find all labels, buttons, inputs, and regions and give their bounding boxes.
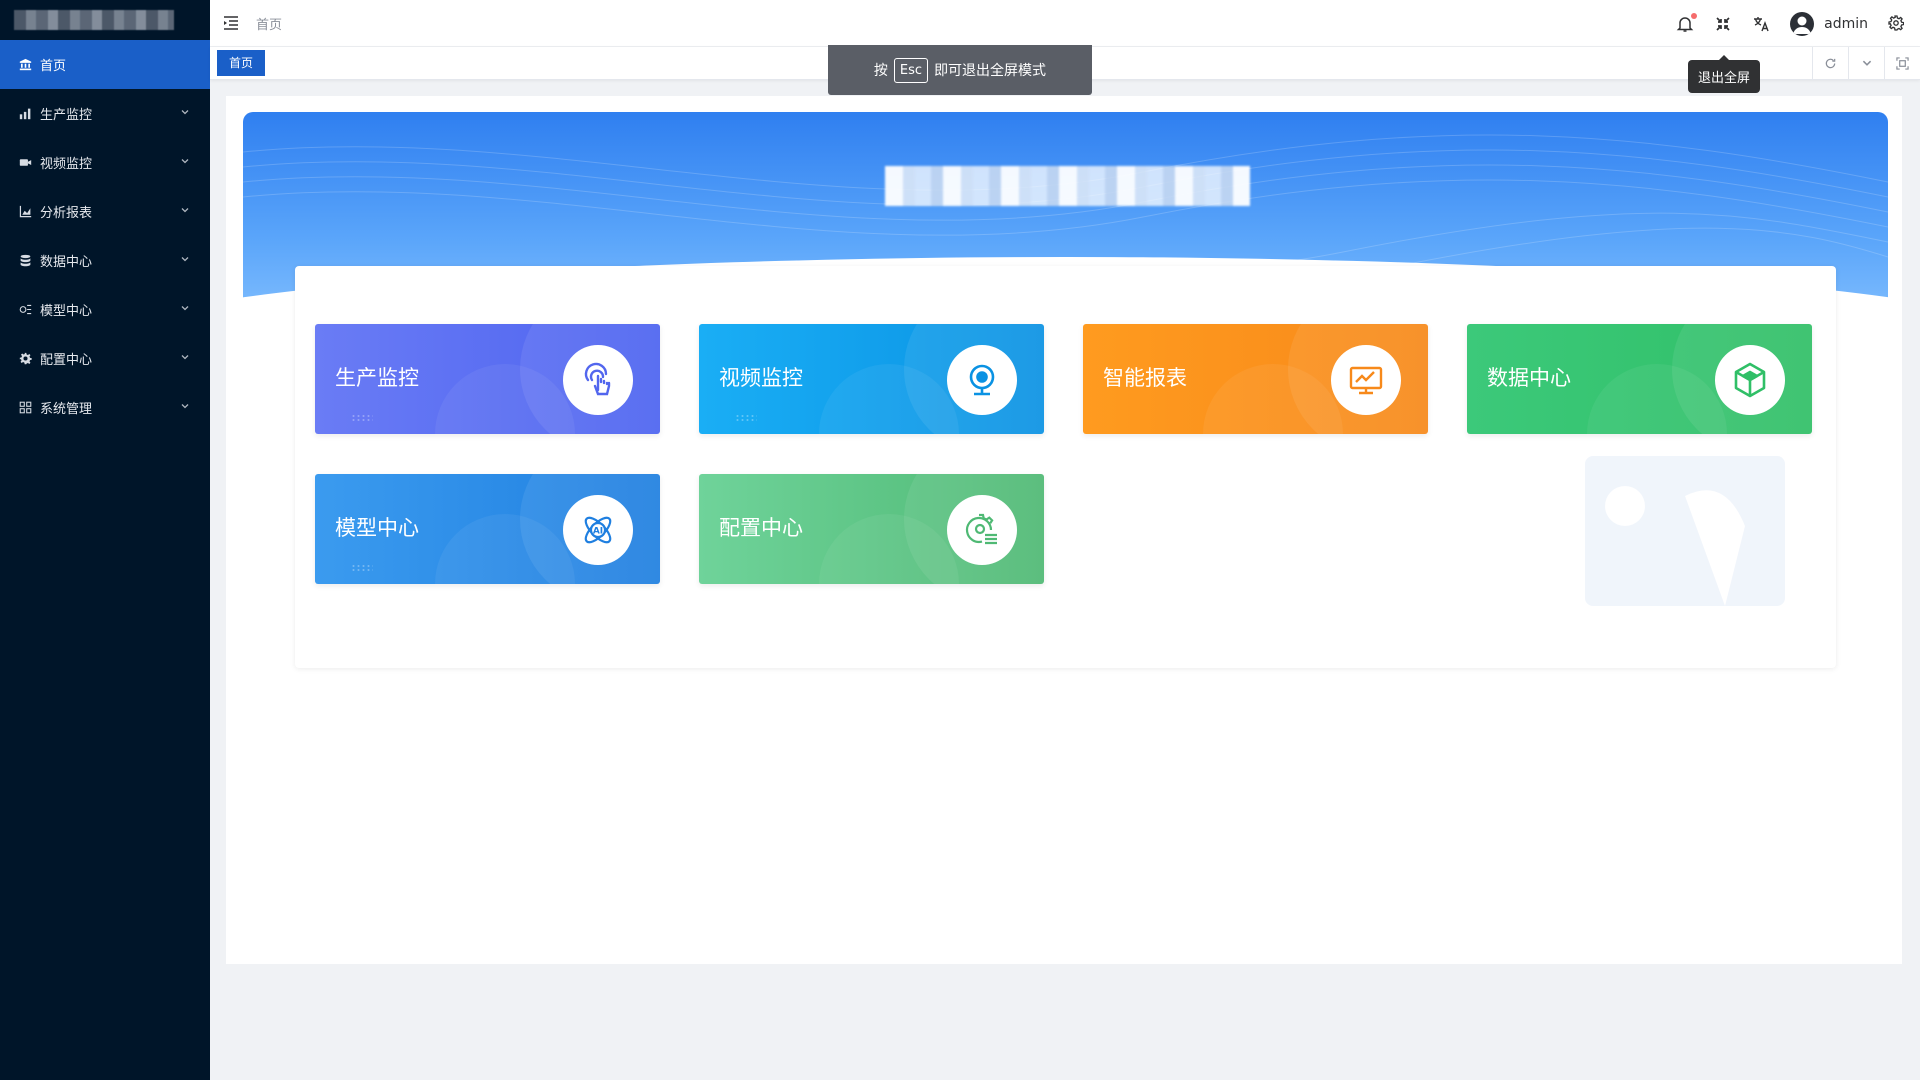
tile-icon-circle: [947, 345, 1017, 415]
webcam-icon: [969, 364, 995, 396]
monitor-chart-icon: [1349, 366, 1383, 395]
sidebar-item-label: 系统管理: [40, 402, 93, 417]
hint-message: 即可退出全屏模式: [934, 63, 1047, 79]
tile-data-center[interactable]: 数据中心: [1467, 324, 1812, 434]
menu-fold-icon[interactable]: [222, 14, 240, 32]
chevron-down-icon: [181, 306, 189, 311]
chevron-down-icon: [181, 159, 189, 164]
sidebar-item-label: 模型中心: [40, 304, 93, 319]
sidebar-item-model-center[interactable]: 模型中心: [0, 285, 210, 334]
tile-config-center[interactable]: 配置中心: [699, 474, 1044, 584]
dots-decoration: [351, 414, 373, 422]
translate-icon[interactable]: [1752, 15, 1770, 33]
sidebar-item-video-monitor[interactable]: 视频监控: [0, 138, 210, 187]
tile-label: 视频监控: [719, 366, 803, 390]
chevron-down-icon: [181, 355, 189, 360]
banner-title: [885, 166, 1250, 206]
dots-decoration: [351, 564, 373, 572]
sidebar-item-analysis-report[interactable]: 分析报表: [0, 187, 210, 236]
breadcrumb[interactable]: 首页: [256, 14, 282, 33]
sidebar-item-system-management[interactable]: 系统管理: [0, 383, 210, 432]
video-camera-icon: [18, 156, 32, 170]
tile-model-center[interactable]: 模型中心 AI: [315, 474, 660, 584]
sidebar-item-config-center[interactable]: 配置中心: [0, 334, 210, 383]
tile-label: 数据中心: [1487, 366, 1571, 390]
app-logo: [0, 0, 210, 40]
tile-smart-report[interactable]: 智能报表: [1083, 324, 1428, 434]
area-chart-icon: [18, 205, 32, 219]
sidebar-item-label: 分析报表: [40, 206, 93, 221]
sidebar-item-label: 数据中心: [40, 255, 93, 270]
top-navbar: 首页 admin: [210, 0, 1920, 47]
settings-gear-icon[interactable]: [1888, 14, 1906, 33]
sidebar-item-label: 视频监控: [40, 157, 93, 172]
refresh-icon[interactable]: [1812, 47, 1848, 79]
grid-icon: [18, 401, 32, 415]
chevron-down-icon: [181, 257, 189, 262]
bank-icon: [18, 58, 32, 72]
tile-label: 生产监控: [335, 366, 419, 390]
svg-text:AI: AI: [593, 527, 603, 537]
tag-tools: [1812, 47, 1920, 79]
module-card-panel: 生产监控 视频监控 智能报表 数据中心 模型中心 AI 配置中心: [295, 266, 1836, 668]
tile-video-monitor[interactable]: 视频监控: [699, 324, 1044, 434]
username: admin: [1824, 15, 1868, 32]
tile-icon-circle: AI: [563, 495, 633, 565]
exit-fullscreen-tooltip: 退出全屏: [1688, 55, 1760, 93]
hint-prefix: 按: [873, 63, 888, 79]
tile-production-monitor[interactable]: 生产监控: [315, 324, 660, 434]
sidebar-item-production-monitor[interactable]: 生产监控: [0, 89, 210, 138]
notification-dot: [1691, 12, 1698, 19]
esc-key: Esc: [893, 57, 929, 83]
cube-icon: [1734, 362, 1766, 398]
gear-list-icon: [965, 513, 997, 545]
tile-label: 模型中心: [335, 516, 419, 540]
avatar: [1790, 11, 1815, 36]
sidebar-item-label: 配置中心: [40, 353, 93, 368]
watermark-illustration: [1585, 456, 1785, 606]
tile-icon-circle: [1331, 345, 1401, 415]
bell-icon[interactable]: [1676, 12, 1698, 33]
chevron-down-icon: [181, 110, 189, 115]
main-content: 生产监控 视频监控 智能报表 数据中心 模型中心 AI 配置中心: [226, 96, 1902, 964]
sidebar-item-label: 生产监控: [40, 108, 93, 123]
gear-icon: [18, 352, 32, 366]
model-icon: [18, 303, 32, 317]
sidebar-item-label: 首页: [40, 59, 67, 74]
header-actions: admin: [1676, 0, 1906, 47]
hand-touch-icon: [584, 362, 611, 396]
tile-icon-circle: [563, 345, 633, 415]
chevron-down-icon: [181, 208, 189, 213]
exit-fullscreen-icon[interactable]: [1714, 15, 1732, 33]
sidebar-item-data-center[interactable]: 数据中心: [0, 236, 210, 285]
ai-atom-icon: AI: [584, 516, 612, 544]
database-icon: [18, 254, 32, 268]
fullscreen-exit-hint: 按 Esc 即可退出全屏模式: [828, 45, 1092, 95]
tag-home[interactable]: 首页: [217, 50, 266, 76]
chevron-down-icon[interactable]: [1848, 47, 1884, 79]
dots-decoration: [735, 414, 757, 422]
tile-icon-circle: [1715, 345, 1785, 415]
tile-icon-circle: [947, 495, 1017, 565]
tile-label: 配置中心: [719, 516, 803, 540]
user-menu[interactable]: admin: [1790, 11, 1868, 36]
bar-chart-icon: [18, 107, 32, 121]
chevron-down-icon: [181, 404, 189, 409]
sidebar-item-home[interactable]: 首页: [0, 40, 210, 89]
maximize-icon[interactable]: [1884, 47, 1920, 79]
tile-label: 智能报表: [1103, 366, 1187, 390]
sidebar: 首页 生产监控 视频监控 分析报表 数据中心 模型中心 配置中心 系统管理: [0, 0, 210, 1080]
